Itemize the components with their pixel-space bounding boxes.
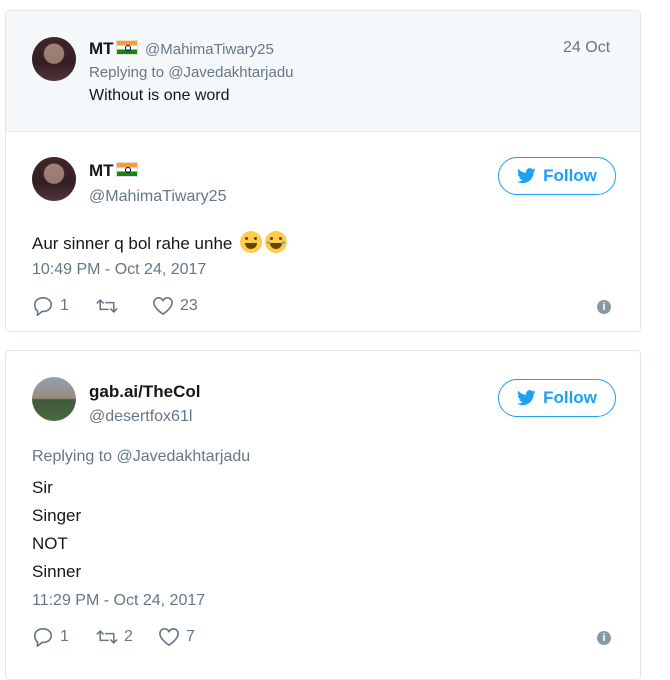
twitter-bird-icon (517, 390, 536, 406)
heart-icon (153, 296, 173, 316)
reply-count: 1 (60, 628, 69, 645)
like-count: 23 (180, 297, 198, 314)
avatar[interactable] (32, 37, 76, 81)
parent-tweet[interactable]: MT @MahimaTiwary25 24 Oct Replying to @J… (6, 11, 640, 132)
author-name-text: MT (89, 161, 114, 180)
reply-action[interactable]: 1 (32, 627, 69, 647)
author-name-text: MT (89, 39, 114, 58)
like-action[interactable]: 23 (152, 296, 198, 316)
author-name[interactable]: MT (89, 39, 138, 59)
author-name[interactable]: MT (89, 161, 138, 181)
retweet-action[interactable] (96, 296, 124, 316)
grinning-face-emoji-icon (240, 231, 263, 253)
tweet-text-line: Sir (32, 478, 53, 497)
replying-to[interactable]: Replying to @Javedakhtarjadu (89, 64, 294, 81)
reply-icon (33, 296, 53, 316)
retweet-icon (96, 629, 118, 645)
author-handle[interactable]: @desertfox61l (89, 408, 192, 426)
reply-icon (33, 627, 53, 647)
heart-icon (159, 627, 179, 647)
avatar[interactable] (32, 157, 76, 201)
reply-count: 1 (60, 297, 69, 314)
author-handle[interactable]: @MahimaTiwary25 (145, 41, 274, 58)
retweet-count: 2 (124, 628, 133, 645)
tweet-text: Without is one word (89, 87, 230, 104)
tweet-text-line: Singer (32, 506, 82, 525)
reply-action[interactable]: 1 (32, 296, 69, 316)
tweet-text-line: NOT (32, 534, 68, 553)
follow-button[interactable]: Follow (498, 157, 616, 195)
tweet-text-content: Aur sinner q bol rahe unhe (32, 234, 233, 253)
like-count: 7 (186, 628, 195, 645)
india-flag-icon (115, 162, 138, 177)
follow-button[interactable]: Follow (498, 379, 616, 417)
avatar[interactable] (32, 377, 76, 421)
tweet-text-line: Sinner (32, 562, 82, 581)
tweet-embed-card: gab.ai/TheCol @desertfox61l Follow Reply… (5, 350, 641, 680)
follow-label: Follow (543, 388, 597, 407)
replying-to[interactable]: Replying to @Javedakhtarjadu (32, 448, 250, 466)
tweet-date[interactable]: 24 Oct (563, 39, 610, 57)
twitter-bird-icon (517, 168, 536, 184)
tweet-embed-card: MT @MahimaTiwary25 24 Oct Replying to @J… (5, 10, 641, 332)
tears-of-joy-emoji-icon (265, 231, 288, 253)
like-action[interactable]: 7 (158, 627, 195, 647)
tweet-timestamp[interactable]: 11:29 PM - Oct 24, 2017 (32, 592, 205, 610)
author-handle[interactable]: @MahimaTiwary25 (89, 188, 226, 206)
tweet-timestamp[interactable]: 10:49 PM - Oct 24, 2017 (32, 261, 206, 279)
tweet-text: Aur sinner q bol rahe unhe (32, 231, 288, 254)
india-flag-icon (115, 40, 138, 55)
author-name[interactable]: gab.ai/TheCol (89, 382, 200, 402)
follow-label: Follow (543, 166, 597, 185)
retweet-action[interactable]: 2 (96, 627, 133, 647)
info-icon[interactable]: i (597, 300, 611, 314)
info-icon[interactable]: i (597, 631, 611, 645)
retweet-icon (96, 298, 118, 314)
